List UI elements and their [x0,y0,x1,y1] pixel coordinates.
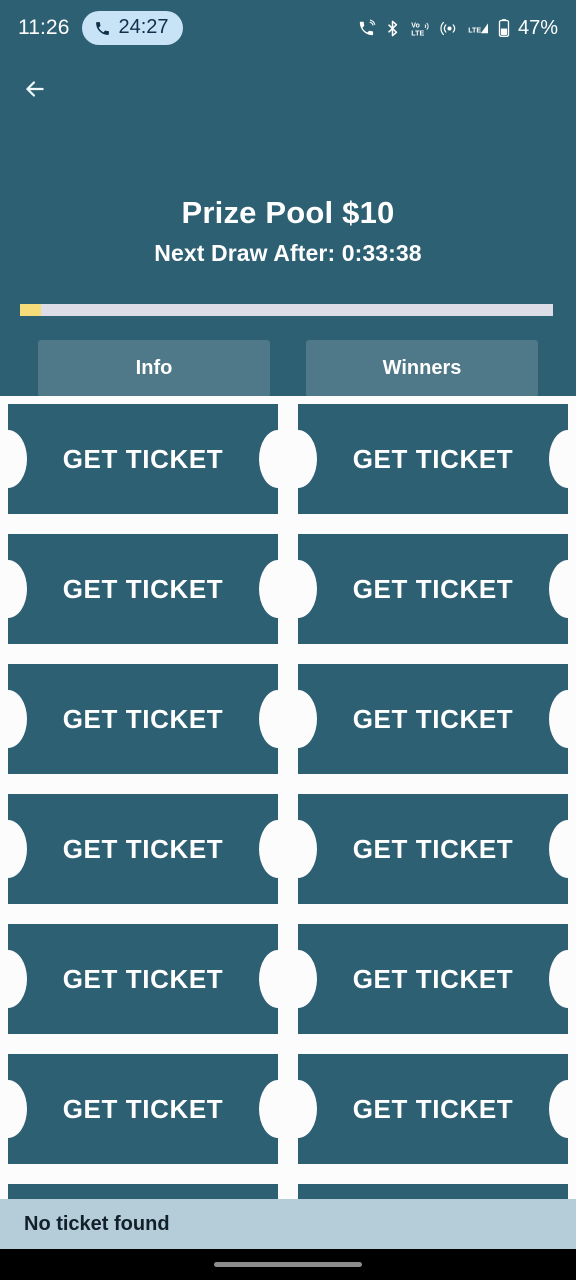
prize-header: Prize Pool $10 Next Draw After: 0:33:38 [0,195,576,267]
ticket-label: GET TICKET [352,1093,514,1124]
ticket-label: GET TICKET [352,963,514,994]
get-ticket-button[interactable]: GET TICKET [0,534,297,644]
get-ticket-button[interactable]: GET TICKET [0,924,297,1034]
ticket-label: GET TICKET [62,703,224,734]
ticket-notch-right [549,690,576,748]
lte-signal-icon: LTE [468,22,488,34]
ticket-label: GET TICKET [62,573,224,604]
ticket-notch-left [279,1080,317,1138]
get-ticket-button[interactable]: GET TICKET [0,664,297,774]
ticket-label: GET TICKET [62,963,224,994]
ticket-notch-left [279,820,317,878]
ticket-label: GET TICKET [352,703,514,734]
status-bar-right: Vo LTE LTE 47% [357,17,558,40]
call-timer-label: 24:27 [118,16,169,38]
no-ticket-message: No ticket found [24,1212,170,1235]
ticket-notch-left [0,560,27,618]
next-draw-countdown: Next Draw After: 0:33:38 [154,239,422,266]
svg-text:LTE: LTE [468,26,481,34]
tab-winners[interactable]: Winners [306,340,538,397]
tickets-panel: GET TICKET GET TICKET GET TICKET GET TICKET… [0,396,576,1199]
ticket-notch-left [0,690,27,748]
ticket-notch-left [279,560,317,618]
get-ticket-button[interactable]: GET TICKET [279,924,576,1034]
status-bar-left: 11:26 24:27 [18,11,183,45]
ticket-label: GET TICKET [352,573,514,604]
ticket-status-bar: No ticket found [0,1199,576,1249]
ticket-notch-right [549,950,576,1008]
tab-info-label: Info [135,357,173,379]
get-ticket-button[interactable]: GET TICKET [279,1054,576,1164]
status-clock: 11:26 [18,16,70,39]
get-ticket-button[interactable]: GET TICKET [0,1054,297,1164]
get-ticket-button[interactable]: GET TICKET [8,1184,278,1199]
active-call-chip[interactable]: 24:27 [81,11,183,45]
get-ticket-button[interactable]: GET TICKET [298,1184,568,1199]
get-ticket-button[interactable]: GET TICKET [279,794,576,904]
back-button[interactable] [14,68,56,110]
tab-bar: Info Winners [0,340,576,397]
back-arrow-icon [26,81,44,97]
battery-percent-label: 47% [517,16,558,39]
ticket-label: GET TICKET [352,833,514,864]
get-ticket-button[interactable]: GET TICKET [279,534,576,644]
battery-icon [498,19,510,37]
ticket-notch-left [0,950,27,1008]
draw-progress-fill [20,304,42,316]
wifi-calling-icon [359,19,376,35]
ticket-notch-left [279,430,317,488]
page-title: Prize Pool $10 [181,195,395,230]
nav-gesture-handle[interactable] [214,1262,362,1267]
tab-winners-label: Winners [382,357,462,379]
ticket-notch-left [279,950,317,1008]
get-ticket-button[interactable]: GET TICKET [0,404,297,514]
tab-info[interactable]: Info [38,340,270,397]
ticket-notch-left [0,430,27,488]
android-nav-bar [0,1249,576,1280]
get-ticket-button[interactable]: GET TICKET [0,794,297,904]
svg-text:LTE: LTE [411,29,424,37]
svg-text:Vo: Vo [411,21,420,29]
volte-icon: Vo LTE [411,21,429,37]
ticket-notch-right [549,820,576,878]
ticket-notch-right [549,560,576,618]
phone-icon [95,22,109,35]
ticket-label: GET TICKET [62,833,224,864]
hotspot-icon [440,21,456,35]
ticket-label: GET TICKET [62,443,224,474]
ticket-label: GET TICKET [62,1093,224,1124]
status-bar: 11:26 24:27 Vo LTE LTE 47% [0,0,576,56]
draw-progress-bar [20,304,553,316]
ticket-notch-right [549,1080,576,1138]
bluetooth-icon [387,20,398,36]
ticket-notch-left [0,1080,27,1138]
app-screen: 11:26 24:27 Vo LTE LTE 47% Prize Pool $1… [0,0,576,1280]
get-ticket-button[interactable]: GET TICKET [279,404,576,514]
ticket-label: GET TICKET [352,443,514,474]
ticket-notch-left [0,820,27,878]
tickets-grid: GET TICKET GET TICKET GET TICKET GET TICKET… [0,396,576,1199]
ticket-notch-right [549,430,576,488]
ticket-notch-left [279,690,317,748]
get-ticket-button[interactable]: GET TICKET [279,664,576,774]
